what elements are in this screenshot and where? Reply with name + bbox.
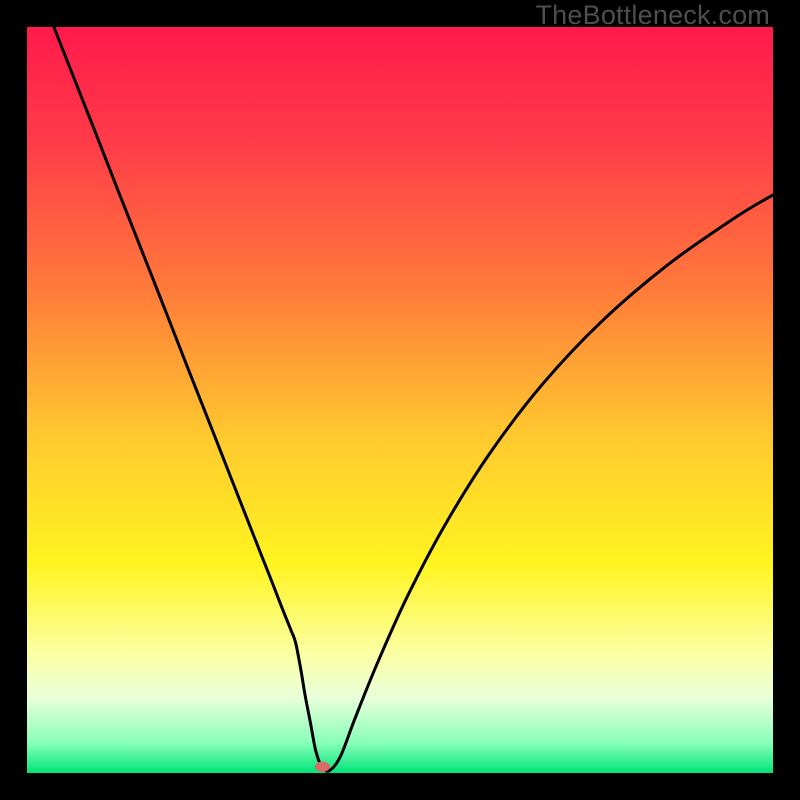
- chart-frame: TheBottleneck.com: [0, 0, 800, 800]
- gradient-background: [27, 27, 773, 773]
- plot-area: [27, 27, 773, 773]
- optimum-marker: [315, 761, 330, 771]
- bottleneck-chart-svg: [27, 27, 773, 773]
- watermark-text: TheBottleneck.com: [535, 0, 770, 31]
